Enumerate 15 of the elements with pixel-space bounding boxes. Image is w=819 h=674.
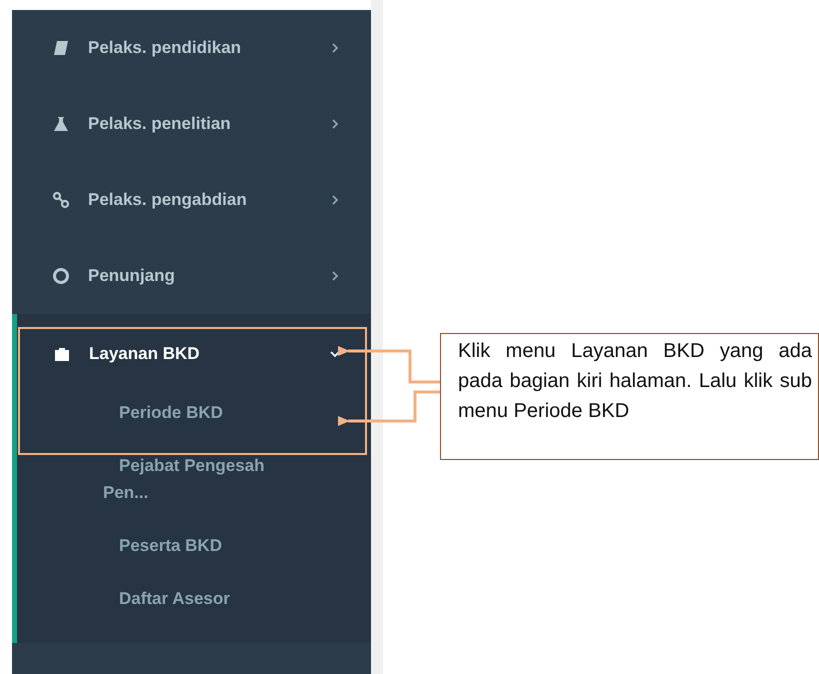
submenu-item[interactable]: Pejabat Pengesah Pen... [17, 439, 371, 519]
sidebar-item[interactable]: Layanan BKD [17, 322, 371, 386]
callout-text: Klik menu Layanan BKD yang ada pada bagian kiri halaman. Lalu klik sub menu Periode BKD [440, 333, 819, 460]
flask-icon [52, 115, 70, 133]
sidebar-item[interactable]: Pelaks. penelitian [12, 86, 371, 162]
submenu-item[interactable]: Daftar Asesor [17, 572, 371, 625]
book-icon [52, 39, 70, 57]
sidebar-item[interactable]: Pelaks. pendidikan [12, 10, 371, 86]
lifebuoy-icon [52, 267, 70, 285]
briefcase-icon [53, 345, 71, 363]
submenu-item[interactable]: Peserta BKD [17, 519, 371, 572]
sidebar-item[interactable]: Pelaks. pengabdian [12, 162, 371, 238]
chain-icon [52, 191, 70, 209]
submenu-item[interactable]: Periode BKD [17, 386, 371, 439]
sidebar-item[interactable]: Penunjang [12, 238, 371, 314]
